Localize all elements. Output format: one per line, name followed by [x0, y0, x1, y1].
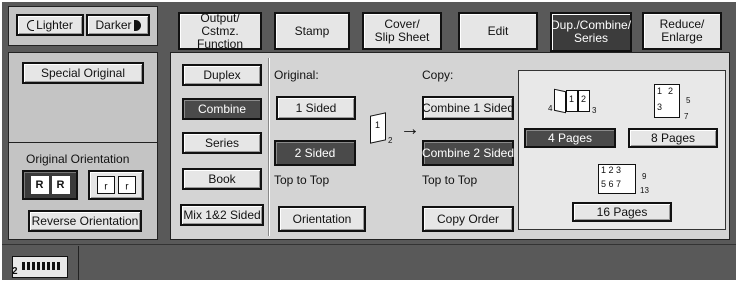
- sixteen-icon-row-2: 5 6 7: [601, 179, 622, 189]
- eight-pages-button[interactable]: 8 Pages: [628, 128, 718, 148]
- mode-series[interactable]: Series: [182, 132, 262, 154]
- orientation-rotated-icon: ɹ: [96, 176, 115, 194]
- lighter-icon: [27, 19, 35, 31]
- four-pages-button[interactable]: 4 Pages: [524, 128, 616, 148]
- left-divider: [8, 142, 158, 143]
- eight-icon-num-2: 2: [668, 86, 674, 96]
- mode-mix-sided[interactable]: Mix 1&2 Sided: [180, 204, 264, 226]
- sixteen-pages-button[interactable]: 16 Pages: [572, 202, 672, 222]
- four-icon-num-1: 1: [569, 94, 575, 104]
- sixteen-icon-num-13: 13: [640, 186, 649, 195]
- special-original-button[interactable]: Special Original: [22, 62, 144, 84]
- orientation-unreadable-button[interactable]: ɹ ɹ: [88, 170, 144, 200]
- darker-icon: [133, 19, 141, 31]
- eight-icon-num-7: 7: [684, 112, 689, 121]
- eight-icon-num-5: 5: [686, 96, 691, 105]
- tab-reduce-enlarge[interactable]: Reduce/ Enlarge: [642, 12, 722, 50]
- mode-book[interactable]: Book: [182, 168, 262, 190]
- status-bar: [2, 244, 736, 280]
- eight-icon-num-1: 1: [657, 86, 663, 96]
- special-original-label: Special Original: [40, 65, 126, 80]
- darker-label: Darker: [95, 17, 132, 32]
- sixteen-icon-row-1: 1 2 3: [601, 165, 622, 175]
- mode-divider: [268, 58, 270, 236]
- orientation-button[interactable]: Orientation: [278, 206, 366, 232]
- tab-cover[interactable]: Cover/ Slip Sheet: [362, 12, 442, 50]
- lighter-button[interactable]: Lighter: [16, 14, 84, 36]
- reverse-orientation-button[interactable]: Reverse Orientation: [28, 210, 142, 232]
- original-1-sided-button[interactable]: 1 Sided: [276, 96, 356, 120]
- sixteen-pages-icon: 1 2 3 5 6 7 9 13: [598, 162, 658, 198]
- darker-button[interactable]: Darker: [86, 14, 150, 36]
- tab-output[interactable]: Output/ Cstmz. Function: [178, 11, 262, 50]
- mode-combine[interactable]: Combine: [182, 98, 262, 120]
- four-icon-num-3: 3: [592, 106, 597, 115]
- lighter-label: Lighter: [36, 17, 73, 32]
- orig-icon-num-2: 2: [388, 136, 393, 145]
- tab-dup-combine-series[interactable]: Dup./Combine/ Series: [550, 12, 632, 52]
- two-sided-original-icon: 1 2: [368, 112, 393, 148]
- job-status-icon: 2: [10, 254, 70, 280]
- copy-order-button[interactable]: Copy Order: [422, 206, 514, 232]
- orientation-readable-button[interactable]: R R: [22, 170, 78, 200]
- orientation-r-icon: R: [30, 176, 49, 194]
- sixteen-icon-num-9: 9: [642, 172, 647, 181]
- status-divider: [78, 246, 79, 280]
- tab-stamp[interactable]: Stamp: [274, 12, 350, 50]
- four-icon-num-4: 4: [548, 104, 553, 113]
- orientation-rotated-icon-2: ɹ: [117, 176, 136, 194]
- arrow-icon: →: [400, 118, 420, 140]
- four-pages-icon: 4 1 2 3: [548, 86, 598, 120]
- tab-edit[interactable]: Edit: [458, 12, 538, 50]
- combine-1-sided-button[interactable]: Combine 1 Sided: [422, 96, 514, 120]
- eight-pages-icon: 1 2 3 5 7: [654, 82, 704, 122]
- status-count: 2: [12, 266, 18, 277]
- original-heading: Original:: [274, 68, 319, 82]
- copier-screen: Lighter Darker Special Original Original…: [2, 2, 736, 280]
- copy-top-to-top: Top to Top: [422, 173, 478, 187]
- original-orientation-label: Original Orientation: [26, 152, 130, 166]
- combine-2-sided-button[interactable]: Combine 2 Sided: [422, 140, 514, 166]
- original-top-to-top: Top to Top: [274, 173, 330, 187]
- copy-heading: Copy:: [422, 68, 454, 82]
- four-icon-num-2: 2: [581, 94, 587, 104]
- eight-icon-num-3: 3: [657, 102, 663, 112]
- orientation-r-icon-2: R: [51, 176, 70, 194]
- reverse-orientation-label: Reverse Orientation: [31, 213, 139, 228]
- original-2-sided-button[interactable]: 2 Sided: [274, 140, 356, 166]
- mode-duplex[interactable]: Duplex: [182, 64, 262, 86]
- orig-icon-num-1: 1: [375, 120, 381, 130]
